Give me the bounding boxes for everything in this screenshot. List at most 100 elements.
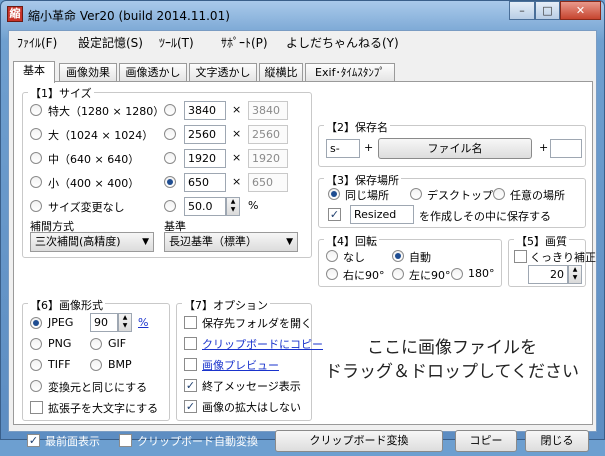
window-title: 縮小革命 Ver20 (build 2014.11.01) xyxy=(28,9,230,23)
quality-input[interactable]: 20 xyxy=(528,265,568,284)
custom-width-input-3[interactable]: 1920 xyxy=(184,149,226,168)
saveplace-label-desktop: デスクトップ xyxy=(427,189,493,202)
create-folder-checkbox[interactable]: ✓ xyxy=(328,208,341,221)
filename-prefix-input[interactable]: s- xyxy=(326,139,360,158)
custom-width-input-1[interactable]: 3840 xyxy=(184,101,226,120)
saveplace-radio-custom[interactable] xyxy=(493,188,505,200)
clipboard-auto-label: クリップボード自動変換 xyxy=(137,435,258,448)
maximize-button[interactable]: □ xyxy=(535,1,560,20)
image-preview-checkbox[interactable] xyxy=(184,358,197,371)
copy-button[interactable]: コピー xyxy=(455,430,517,452)
rotate-label-auto: 自動 xyxy=(409,251,431,264)
jpeg-quality-input[interactable]: 90 xyxy=(90,313,118,332)
size-radio-medium[interactable] xyxy=(30,152,42,164)
format-radio-bmp[interactable] xyxy=(90,359,102,371)
upper-ext-checkbox[interactable] xyxy=(30,401,43,414)
tab-page-basic: 【1】サイズ 特大（1280 × 1280） 大（1024 × 1024） 中（… xyxy=(13,81,596,425)
tab-basic[interactable]: 基本 xyxy=(13,61,55,83)
format-radio-jpeg[interactable] xyxy=(30,317,42,329)
basis-select[interactable]: 長辺基準（標準） ▼ xyxy=(164,232,298,252)
jpeg-quality-spinner[interactable]: ▲ ▼ xyxy=(118,313,132,332)
format-label-jpeg: JPEG xyxy=(48,316,74,329)
size-label-xlarge: 特大（1280 × 1280） xyxy=(48,105,165,118)
saveplace-label-custom: 任意の場所 xyxy=(510,189,565,202)
rotate-radio-auto[interactable] xyxy=(392,250,404,262)
percent-spinner[interactable]: ▲ ▼ xyxy=(226,197,240,216)
custom-size-radio-2[interactable] xyxy=(164,128,176,140)
jpeg-percent-link[interactable]: % xyxy=(138,316,148,329)
custom-size-radio-1[interactable] xyxy=(164,104,176,116)
tab-exif-timestamp[interactable]: Exif･ﾀｲﾑｽﾀﾝﾌﾟ xyxy=(305,63,395,82)
custom-size-radio-4[interactable] xyxy=(164,176,176,188)
finish-message-checkbox[interactable]: ✓ xyxy=(184,379,197,392)
menu-support[interactable]: ｻﾎﾟｰﾄ(P) xyxy=(221,34,268,51)
image-preview-link[interactable]: 画像プレビュー xyxy=(202,357,279,373)
filename-suffix-input[interactable] xyxy=(550,139,582,158)
times-sign: × xyxy=(232,127,242,140)
format-label-bmp: BMP xyxy=(108,358,132,371)
sharpen-label: くっきり補正 xyxy=(530,251,596,264)
topmost-checkbox[interactable]: ✓ xyxy=(27,434,40,447)
drop-hint-line2: ドラッグ＆ドロップしてください xyxy=(325,362,579,382)
rotate-radio-180[interactable] xyxy=(451,268,463,280)
format-radio-gif[interactable] xyxy=(90,338,102,350)
rotate-radio-right90[interactable] xyxy=(326,268,338,280)
copy-clipboard-checkbox[interactable] xyxy=(184,337,197,350)
size-radio-nochange[interactable] xyxy=(30,200,42,212)
close-window-button[interactable]: ✕ xyxy=(560,1,601,20)
percent-radio[interactable] xyxy=(164,200,176,212)
rotate-label-right90: 右に90° xyxy=(343,269,385,282)
custom-width-input-4[interactable]: 650 xyxy=(184,173,226,192)
percent-input[interactable]: 50.0 xyxy=(184,197,226,216)
interpolation-value: 三次補間(高精度) xyxy=(35,235,121,248)
custom-size-radio-3[interactable] xyxy=(164,152,176,164)
rotate-radio-none[interactable] xyxy=(326,250,338,262)
percent-unit: % xyxy=(248,199,259,212)
plus-sign: + xyxy=(364,141,374,154)
menu-file[interactable]: ﾌｧｲﾙ(F) xyxy=(17,34,57,51)
tab-text-watermark[interactable]: 文字透かし xyxy=(189,63,257,82)
app-icon: 縮 xyxy=(7,6,23,22)
tab-image-watermark[interactable]: 画像透かし xyxy=(119,63,187,82)
menu-yoshida-channel[interactable]: よしだちゃんねる(Y) xyxy=(286,34,399,51)
format-radio-png[interactable] xyxy=(30,338,42,350)
format-radio-same[interactable] xyxy=(30,380,42,392)
rotate-label-left90: 左に90° xyxy=(409,269,451,282)
quality-spinner[interactable]: ▲ ▼ xyxy=(568,265,582,284)
custom-height-input-1: 3840 xyxy=(248,101,288,120)
saveplace-group-label: 【3】保存場所 xyxy=(324,172,401,188)
format-radio-tiff[interactable] xyxy=(30,359,42,371)
copy-clipboard-link[interactable]: クリップボードにコピー xyxy=(202,336,323,352)
menu-bar: ﾌｧｲﾙ(F) 設定記憶(S) ﾂｰﾙ(T) ｻﾎﾟｰﾄ(P) よしだちゃんねる… xyxy=(9,31,596,52)
size-radio-large[interactable] xyxy=(30,128,42,140)
close-button[interactable]: 閉じる xyxy=(525,430,589,452)
no-enlarge-label: 画像の拡大はしない xyxy=(202,401,301,414)
saveplace-radio-same[interactable] xyxy=(328,188,340,200)
menu-settings[interactable]: 設定記憶(S) xyxy=(78,34,143,51)
open-folder-checkbox[interactable] xyxy=(184,316,197,329)
clipboard-auto-checkbox[interactable] xyxy=(119,434,132,447)
minimize-button[interactable]: – xyxy=(509,1,535,20)
format-group-label: 【6】画像形式 xyxy=(28,297,105,313)
times-sign: × xyxy=(232,151,242,164)
sharpen-checkbox[interactable] xyxy=(514,250,527,263)
menu-tools[interactable]: ﾂｰﾙ(T) xyxy=(159,34,194,51)
size-radio-small[interactable] xyxy=(30,176,42,188)
tab-aspect-ratio[interactable]: 縦横比 xyxy=(259,63,303,82)
chevron-down-icon: ▼ xyxy=(286,237,293,247)
rotate-radio-left90[interactable] xyxy=(392,268,404,280)
saveplace-radio-desktop[interactable] xyxy=(410,188,422,200)
folder-name-input[interactable]: Resized xyxy=(350,205,414,224)
size-label-medium: 中（640 × 640） xyxy=(48,153,140,166)
size-radio-xlarge[interactable] xyxy=(30,104,42,116)
times-sign: × xyxy=(232,103,242,116)
format-label-png: PNG xyxy=(48,337,72,350)
filename-button[interactable]: ファイル名 xyxy=(378,138,532,159)
drop-zone[interactable]: ここに画像ファイルを ドラッグ＆ドロップしてください xyxy=(318,294,586,418)
no-enlarge-checkbox[interactable]: ✓ xyxy=(184,400,197,413)
tab-image-effect[interactable]: 画像効果 xyxy=(59,63,117,82)
custom-width-input-2[interactable]: 2560 xyxy=(184,125,226,144)
basis-value: 長辺基準（標準） xyxy=(169,235,257,248)
interpolation-select[interactable]: 三次補間(高精度) ▼ xyxy=(30,232,154,252)
clipboard-convert-button[interactable]: クリップボード変換 xyxy=(275,430,443,452)
